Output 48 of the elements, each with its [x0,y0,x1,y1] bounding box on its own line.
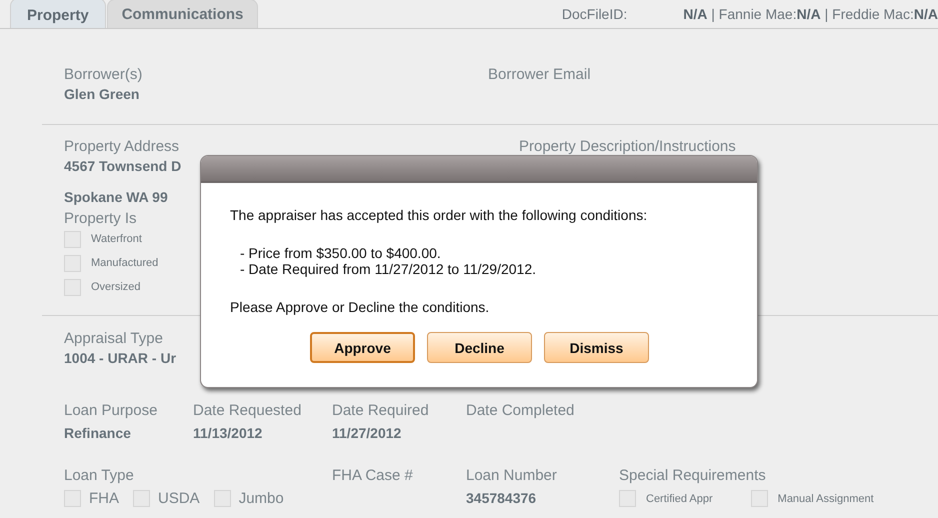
condition-text: - Price from $350.00 to $400.00. [239,245,442,261]
field-label: Borrower Email [488,66,591,83]
dialog-prompt: Please Approve or Decline the conditions. [230,299,490,315]
field-value: Refinance [64,425,131,441]
field-label: Date Required [332,402,429,419]
checkbox-label: Oversized [91,281,141,293]
checkbox[interactable] [133,490,150,507]
field-label: Property Description/Instructions [519,138,736,155]
dialog-message: The appraiser has accepted this order with the following conditions: [230,207,648,223]
field-value: 11/27/2012 [332,425,402,441]
checkbox[interactable] [64,278,81,296]
checkbox-label: Manufactured [91,257,158,269]
condition-text: - Date Required from 11/27/2012 to 11/29/2012. [239,261,538,277]
field-value: Spokane WA 99 [64,189,168,205]
checkbox-label: Jumbo [238,490,284,507]
checkbox-label: USDA [158,490,200,507]
field-label: Date Completed [466,402,574,419]
field-value: Glen Green [64,86,140,102]
field-label: Date Requested [193,402,302,419]
field-label: Appraisal Type [64,330,163,347]
dialog-button[interactable]: Dismiss [544,332,649,363]
checkbox[interactable] [64,230,81,248]
checkbox-label: Certified Appr [646,492,713,504]
checkbox[interactable] [64,490,81,507]
checkbox-label: Waterfront [91,233,142,245]
field-label: Property Address [64,138,180,155]
dialog-button[interactable]: Approve [310,332,415,363]
checkbox-label: Manual Assignment [778,492,874,504]
field-label: FHA Case # [332,467,413,484]
checkbox[interactable] [750,490,768,507]
field-value: 1004 - URAR - Ur [64,350,176,366]
field-label: Loan Type [64,467,134,484]
doc-file-label: DocFileID: [562,6,628,22]
field-label: Loan Purpose [64,402,158,419]
field-label: Special Requirements [619,467,766,484]
field-label: Loan Number [466,467,557,484]
checkbox[interactable] [214,490,231,507]
dialog-button[interactable]: Decline [427,332,532,363]
checkbox[interactable] [64,254,81,272]
field-value: 11/13/2012 [193,425,262,441]
tab[interactable]: Property [10,0,106,28]
checkbox[interactable] [619,490,636,507]
field-label: Borrower(s) [64,66,142,83]
checkbox-label: FHA [89,490,119,507]
doc-file-ids: N/A | Fannie Mae:N/A | Freddie Mac:N/A [683,6,938,22]
field-label: Property Is [64,210,137,227]
field-value: 345784376 [466,490,536,506]
field-value: 4567 Townsend D [64,158,182,174]
